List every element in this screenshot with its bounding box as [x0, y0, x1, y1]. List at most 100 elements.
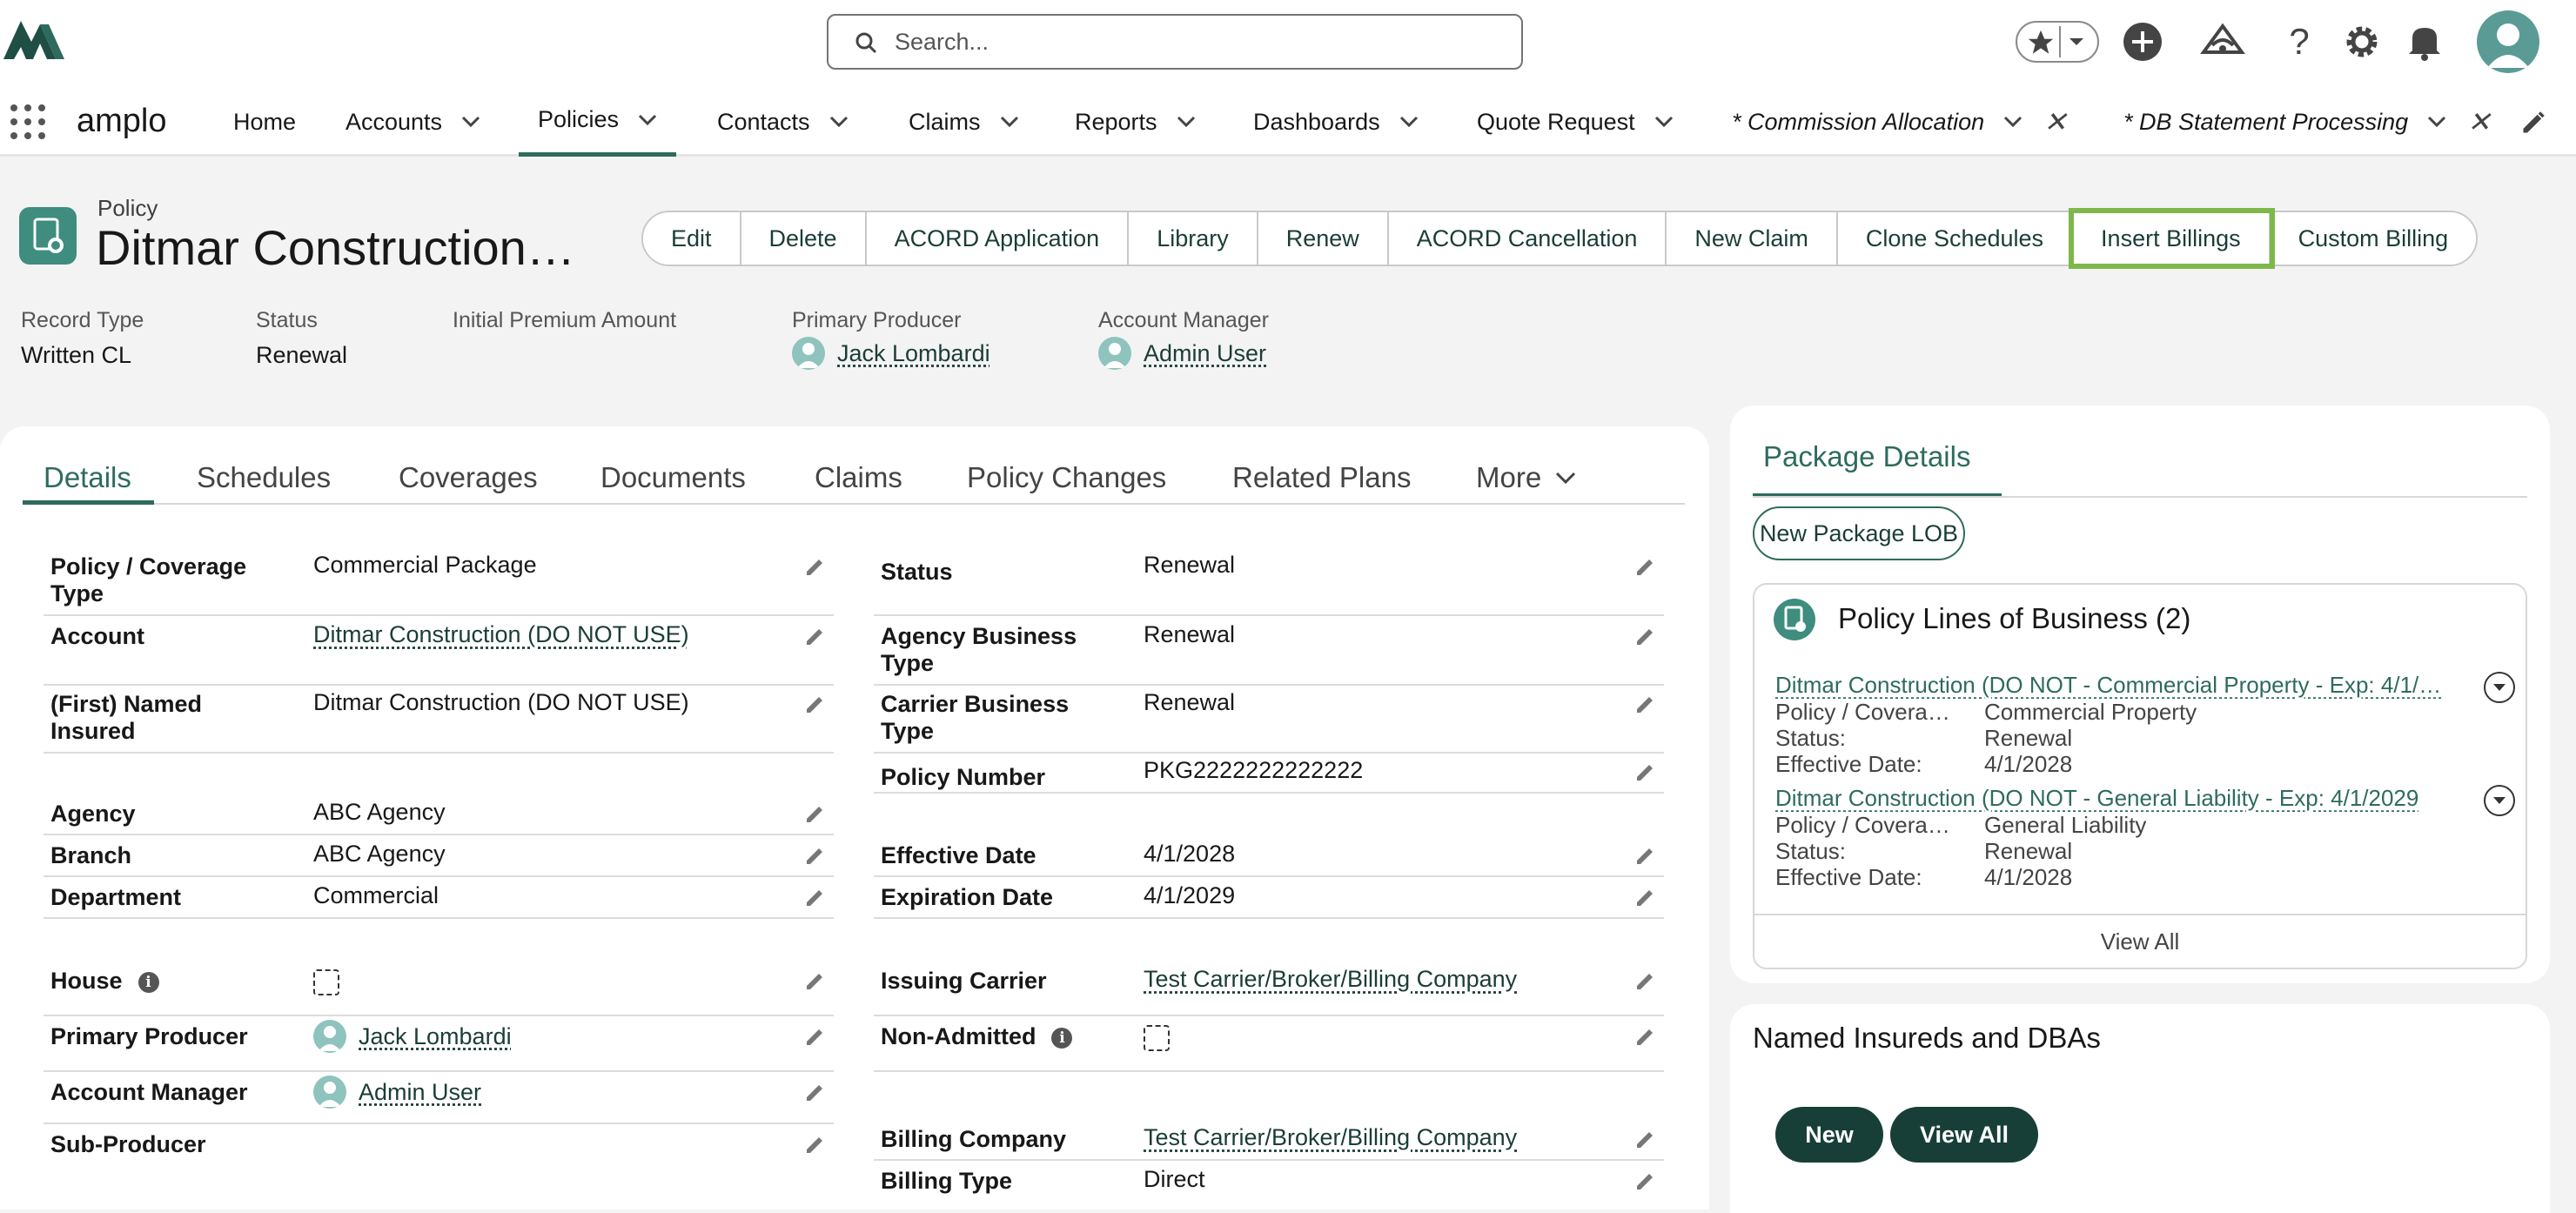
- tab-coverages[interactable]: Coverages: [399, 452, 538, 505]
- field-label: (First) Named Insured: [50, 691, 203, 744]
- tab-documents[interactable]: Documents: [600, 452, 746, 505]
- chevron-down-icon[interactable]: [2003, 116, 2023, 128]
- pencil-edit-icon[interactable]: [1634, 886, 1657, 908]
- field-sub-producer: Sub-Producer: [44, 1124, 834, 1176]
- renew-button[interactable]: Renew: [1258, 212, 1389, 265]
- view-all-lob-link[interactable]: View All: [1754, 914, 2526, 968]
- pencil-edit-icon[interactable]: [804, 625, 827, 647]
- edit-nav-pencil-icon[interactable]: [2520, 110, 2546, 136]
- app-launcher-icon[interactable]: [9, 103, 47, 141]
- nav-item-policies[interactable]: Policies: [519, 87, 677, 157]
- account-link[interactable]: Ditmar Construction (DO NOT USE): [313, 621, 689, 648]
- pencil-edit-icon[interactable]: [804, 802, 827, 825]
- favorites-button[interactable]: [2016, 21, 2099, 63]
- custom-billing-button[interactable]: Custom Billing: [2270, 212, 2477, 265]
- insert-billings-button[interactable]: Insert Billings: [2069, 208, 2275, 269]
- tab-package-details[interactable]: Package Details: [1753, 440, 2002, 498]
- lob-link[interactable]: Ditmar Construction (DO NOT - Commercial…: [1775, 672, 2472, 699]
- pencil-edit-icon[interactable]: [804, 886, 827, 908]
- house-checkbox[interactable]: [313, 969, 339, 995]
- gear-icon[interactable]: [2331, 10, 2393, 73]
- billing-company-link[interactable]: Test Carrier/Broker/Billing Company: [1144, 1124, 1517, 1151]
- acord-cancellation-button[interactable]: ACORD Cancellation: [1388, 212, 1667, 265]
- acord-application-button[interactable]: ACORD Application: [866, 212, 1130, 265]
- tab-policy-changes[interactable]: Policy Changes: [967, 452, 1166, 505]
- pencil-edit-icon[interactable]: [804, 555, 827, 578]
- lob-link[interactable]: Ditmar Construction (DO NOT - General Li…: [1775, 785, 2472, 812]
- global-header: Search... ?: [0, 0, 2576, 87]
- trailhead-icon[interactable]: [2191, 10, 2254, 73]
- pencil-edit-icon[interactable]: [1634, 1025, 1657, 1048]
- help-icon[interactable]: ?: [2268, 10, 2331, 73]
- notifications-bell-icon[interactable]: [2393, 10, 2456, 73]
- pencil-edit-icon[interactable]: [804, 1133, 827, 1156]
- pencil-edit-icon[interactable]: [1634, 1128, 1657, 1150]
- pencil-edit-icon[interactable]: [1634, 761, 1657, 783]
- nav-item-claims[interactable]: Claims: [909, 87, 1019, 157]
- field-value: 4/1/2028: [1144, 841, 1236, 867]
- chevron-down-icon[interactable]: [1000, 116, 1019, 128]
- non-admitted-checkbox[interactable]: [1144, 1025, 1170, 1051]
- chevron-down-icon[interactable]: [1177, 116, 1196, 128]
- tab-more[interactable]: More: [1476, 452, 1576, 505]
- pencil-edit-icon[interactable]: [1634, 625, 1657, 647]
- nav-item-quote-request[interactable]: Quote Request: [1477, 87, 1674, 157]
- new-claim-button[interactable]: New Claim: [1667, 212, 1838, 265]
- nav-tab-commission-allocation[interactable]: * Commission Allocation ✕: [1732, 87, 2067, 157]
- new-named-insured-button[interactable]: New: [1775, 1107, 1883, 1163]
- pencil-edit-icon[interactable]: [1634, 969, 1657, 992]
- search-placeholder: Search...: [895, 29, 989, 55]
- primary-producer-link[interactable]: Jack Lombardi: [837, 340, 990, 367]
- clone-schedules-button[interactable]: Clone Schedules: [1837, 212, 2074, 265]
- pencil-edit-icon[interactable]: [1634, 693, 1657, 715]
- lob-row-actions-icon[interactable]: [2484, 785, 2515, 816]
- new-package-lob-button[interactable]: New Package LOB: [1753, 506, 1965, 560]
- pencil-edit-icon[interactable]: [1634, 844, 1657, 867]
- pencil-edit-icon[interactable]: [804, 1025, 827, 1048]
- chevron-down-icon[interactable]: [1654, 116, 1674, 128]
- chevron-down-icon[interactable]: [461, 116, 480, 128]
- account-manager-link[interactable]: Admin User: [1144, 340, 1266, 367]
- global-search-input[interactable]: Search...: [827, 14, 1523, 70]
- details-card: Details Schedules Coverages Documents Cl…: [0, 426, 1709, 1210]
- nav-item-reports[interactable]: Reports: [1075, 87, 1196, 157]
- pencil-edit-icon[interactable]: [804, 1081, 827, 1103]
- tab-claims[interactable]: Claims: [815, 452, 902, 505]
- nav-item-home[interactable]: Home: [233, 87, 296, 157]
- pencil-edit-icon[interactable]: [804, 969, 827, 992]
- pencil-edit-icon[interactable]: [1634, 555, 1657, 578]
- lob-row-actions-icon[interactable]: [2484, 672, 2515, 703]
- nav-item-accounts[interactable]: Accounts: [345, 87, 480, 157]
- chevron-down-icon[interactable]: [2427, 116, 2446, 128]
- user-avatar-icon: [792, 337, 825, 370]
- global-add-icon[interactable]: [2111, 10, 2174, 73]
- lob-key: Effective Date:: [1775, 751, 1922, 777]
- chevron-down-icon[interactable]: [1399, 116, 1419, 128]
- user-avatar[interactable]: [2477, 10, 2539, 73]
- chevron-down-icon[interactable]: [638, 114, 657, 126]
- chevron-down-icon[interactable]: [829, 116, 849, 128]
- pencil-edit-icon[interactable]: [804, 693, 827, 715]
- close-tab-icon[interactable]: ✕: [2043, 105, 2067, 138]
- delete-button[interactable]: Delete: [741, 212, 867, 265]
- issuing-carrier-link[interactable]: Test Carrier/Broker/Billing Company: [1144, 966, 1517, 993]
- view-all-named-insureds-button[interactable]: View All: [1890, 1107, 2038, 1163]
- info-icon[interactable]: i: [1051, 1027, 1073, 1049]
- pencil-edit-icon[interactable]: [804, 844, 827, 867]
- info-icon[interactable]: i: [138, 971, 159, 993]
- nav-tab-db-statement-processing[interactable]: * DB Statement Processing ✕: [2123, 87, 2491, 157]
- close-tab-icon[interactable]: ✕: [2467, 105, 2491, 138]
- nav-item-contacts[interactable]: Contacts: [717, 87, 849, 157]
- edit-button[interactable]: Edit: [643, 212, 741, 265]
- library-button[interactable]: Library: [1129, 212, 1258, 265]
- account-manager-link[interactable]: Admin User: [359, 1079, 481, 1106]
- brand-logo-icon[interactable]: [0, 16, 70, 64]
- pencil-edit-icon[interactable]: [1634, 1169, 1657, 1192]
- nav-label: Accounts: [345, 108, 443, 135]
- tab-schedules[interactable]: Schedules: [197, 452, 331, 505]
- tab-details[interactable]: Details: [23, 452, 154, 505]
- nav-item-dashboards[interactable]: Dashboards: [1253, 87, 1419, 157]
- tab-related-plans[interactable]: Related Plans: [1232, 452, 1411, 505]
- field-first-named-insured: (First) Named Insured Ditmar Constructio…: [44, 684, 834, 754]
- primary-producer-link[interactable]: Jack Lombardi: [359, 1023, 512, 1050]
